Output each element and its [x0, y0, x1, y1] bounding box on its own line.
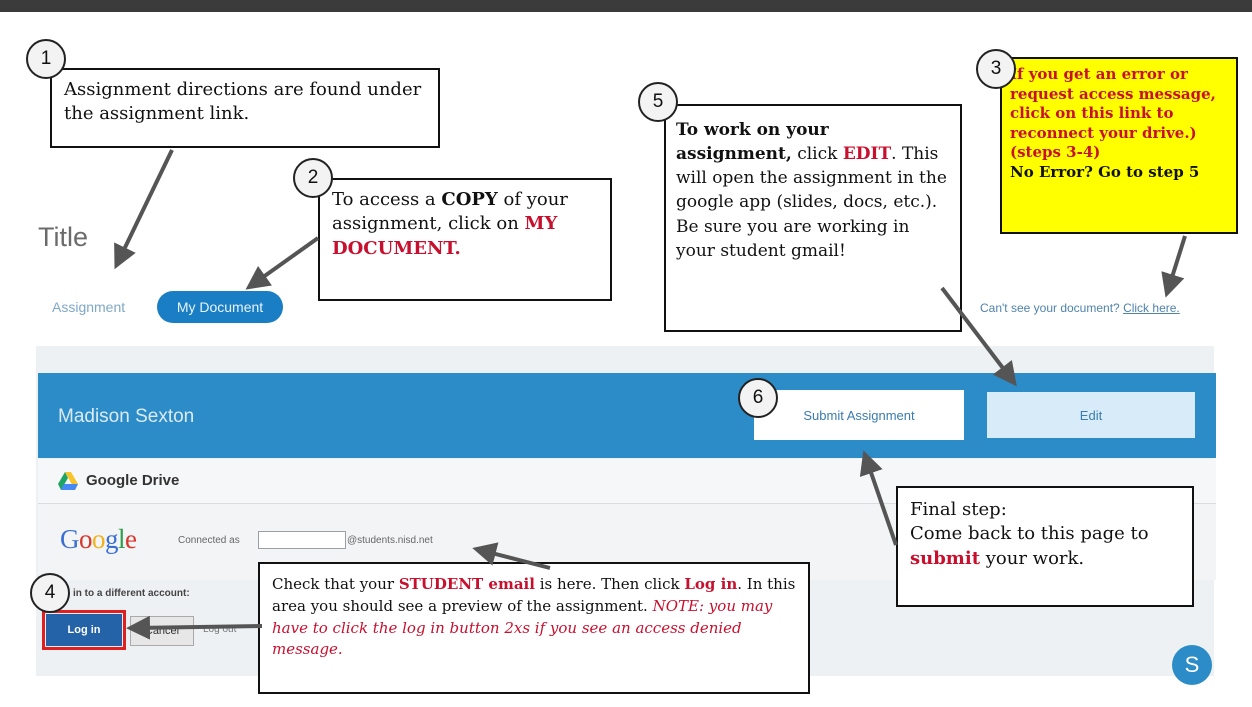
- callout-4-t2: is here. Then click: [534, 575, 685, 593]
- google-logo-letter: e: [125, 524, 137, 554]
- callout-4: Check that your STUDENT email is here. T…: [258, 562, 810, 694]
- callout-4-red1: STUDENT email: [398, 575, 535, 593]
- page-title: Title: [38, 222, 89, 252]
- cant-see-document-text: Can't see your document? Click here.: [980, 301, 1180, 315]
- google-logo-letter: G: [60, 524, 80, 554]
- callout-2: To access a COPY of your assignment, cli…: [318, 178, 612, 301]
- top-bar: [0, 0, 1252, 12]
- email-domain: @students.nisd.net: [347, 535, 433, 546]
- callout-2-copy: COPY: [441, 189, 498, 210]
- callout-4-t1: Check that your: [272, 575, 399, 593]
- callout-6-red: submit: [910, 547, 981, 569]
- log-in-button[interactable]: Log in: [42, 610, 126, 650]
- sign-in-different-account[interactable]: gn in to a different account:: [58, 588, 190, 599]
- callout-6-t3: your work.: [980, 547, 1085, 569]
- callout-6: Final step: Come back to this page to su…: [896, 486, 1194, 607]
- callout-3-black: No Error? Go to step 5: [1010, 162, 1200, 181]
- tab-my-document[interactable]: My Document: [157, 291, 283, 323]
- step-1-badge: 1: [26, 39, 66, 79]
- step-6-badge: 6: [738, 378, 778, 418]
- email-redacted-field: [258, 531, 346, 549]
- callout-3-red: If you get an error or request access me…: [1010, 65, 1216, 161]
- callout-1-text: Assignment directions are found under th…: [64, 79, 422, 125]
- callout-5-red: EDIT: [842, 144, 892, 165]
- callout-6-t2: Come back to this page to: [910, 523, 1149, 545]
- google-drive-icon: [58, 472, 78, 490]
- cancel-button[interactable]: Cancel: [130, 616, 194, 646]
- connected-as-label: Connected as: [178, 535, 240, 546]
- callout-4-red2: Log in: [684, 575, 738, 593]
- arrow-1: [114, 149, 174, 270]
- callout-1: Assignment directions are found under th…: [50, 68, 440, 148]
- step-5-badge: 5: [638, 82, 678, 122]
- student-name: Madison Sexton: [58, 406, 195, 427]
- step-4-badge: 4: [30, 573, 70, 613]
- google-logo-letter: g: [105, 524, 119, 554]
- google-logo-letter: o: [92, 524, 106, 554]
- arrow-2: [245, 236, 320, 290]
- step-2-badge: 2: [293, 158, 333, 198]
- tab-assignment[interactable]: Assignment: [52, 299, 125, 315]
- cant-see-label: Can't see your document?: [980, 301, 1120, 315]
- google-drive-label: Google Drive: [86, 472, 180, 489]
- google-logo: Google: [60, 524, 137, 555]
- click-here-link[interactable]: Click here.: [1123, 301, 1180, 315]
- step-3-badge: 3: [976, 49, 1016, 89]
- submit-assignment-button[interactable]: Submit Assignment: [754, 390, 964, 440]
- google-logo-letter: o: [79, 524, 93, 554]
- callout-3: If you get an error or request access me…: [1000, 57, 1238, 234]
- google-logo-letter: l: [118, 524, 126, 554]
- callout-6-t1: Final step:: [910, 499, 1007, 520]
- arrow-3: [1161, 235, 1187, 298]
- callout-5-t1: click: [791, 144, 843, 165]
- callout-5: To work on your assignment, click EDIT. …: [664, 104, 962, 332]
- edit-button[interactable]: Edit: [987, 392, 1195, 438]
- log-out-link[interactable]: Log out: [203, 624, 236, 635]
- avatar[interactable]: S: [1172, 645, 1212, 685]
- callout-2-pre: To access a: [332, 189, 442, 210]
